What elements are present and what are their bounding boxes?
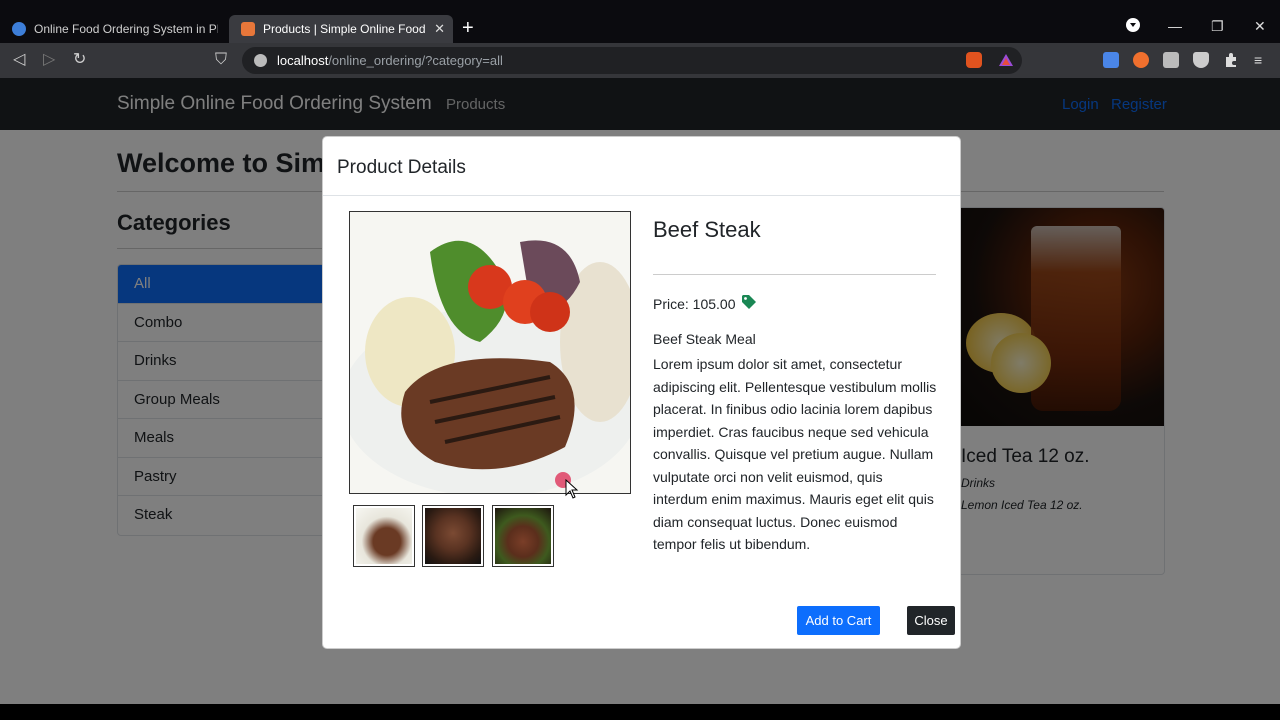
forward-button[interactable]: ▷ [43,51,55,69]
address-bar[interactable]: localhost/online_ordering/?category=all [242,47,1022,74]
puzzle-icon[interactable] [1223,52,1239,68]
camera-icon[interactable] [1163,52,1179,68]
product-main-image [349,211,631,494]
bookmark-icon[interactable]: ⛉ [215,51,227,69]
divider [653,274,936,275]
minimize-button[interactable]: — [1168,18,1182,34]
product-description-title: Beef Steak Meal [653,331,756,347]
favicon-icon [12,22,26,36]
modal-title: Product Details [337,157,466,178]
product-price: Price: 105.00 [653,294,757,313]
site-info-icon[interactable] [254,54,267,67]
extension-icon[interactable] [1133,52,1149,68]
tab-title: Online Food Ordering System in PHP a [34,22,218,36]
add-to-cart-button[interactable]: Add to Cart [797,606,880,635]
brave-rewards-icon[interactable] [998,52,1014,68]
product-details-modal: Product Details Beef Steak Price: 105.00… [322,136,961,649]
shield-icon[interactable] [1193,52,1209,68]
back-button[interactable]: ◁ [13,51,25,69]
divider [323,195,960,196]
brave-shield-icon[interactable] [966,52,982,68]
close-button[interactable]: Close [907,606,955,635]
product-title: Beef Steak [653,217,761,242]
browser-tab-active[interactable]: Products | Simple Online Food Or ✕ [229,15,453,43]
close-tab-icon[interactable]: ✕ [434,21,445,37]
page: Simple Online Food Ordering System Produ… [0,78,1280,704]
price-text: Price: 105.00 [653,295,736,312]
url-host: localhost [277,53,329,68]
restore-button[interactable]: ❐ [1211,18,1224,35]
tag-icon [741,294,757,313]
tab-title: Products | Simple Online Food Or [263,22,429,36]
url-path: /online_ordering/?category=all [328,53,503,68]
product-description: Lorem ipsum dolor sit amet, consectetur … [653,356,937,552]
product-thumbnail-2[interactable] [422,505,484,567]
browser-tab[interactable]: Online Food Ordering System in PHP a [0,15,226,43]
reload-button[interactable]: ↻ [73,51,86,69]
new-tab-button[interactable]: + [462,17,474,39]
translate-icon[interactable] [1103,52,1119,68]
browser-tabbar: Online Food Ordering System in PHP a Pro… [0,0,1280,43]
browser-toolbar: ◁ ▷ ↻ ⛉ localhost/online_ordering/?categ… [0,43,1280,78]
favicon-icon [241,22,255,36]
window-close-button[interactable]: ✕ [1254,18,1266,35]
product-thumbnail-3[interactable] [492,505,554,567]
product-thumbnail-1[interactable] [353,505,415,567]
menu-icon[interactable]: ≡ [1254,52,1270,68]
profile-icon[interactable] [1126,18,1140,35]
